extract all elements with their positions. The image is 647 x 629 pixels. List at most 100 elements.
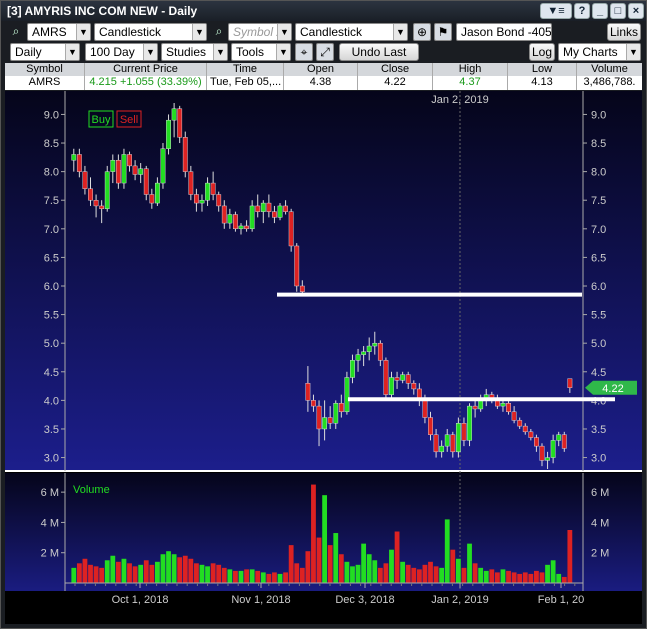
studies-select[interactable]: Studies ▼ (161, 43, 228, 61)
y-tick-label-right: 3.5 (591, 424, 606, 436)
y-tick-label-right: 5.0 (591, 338, 606, 350)
volume-bar (272, 572, 277, 583)
y-tick-label-right: 6.5 (591, 252, 606, 264)
menu-button[interactable]: ▼≡ (540, 3, 572, 19)
volume-bar (467, 543, 472, 583)
chevron-down-icon[interactable]: ▼ (393, 24, 407, 40)
y-tick-label-right: 4.5 (591, 367, 606, 379)
my-charts-select[interactable]: My Charts ▼ (558, 43, 641, 61)
candle-body (500, 403, 506, 407)
volume-bar (138, 564, 144, 583)
candle-body (545, 457, 550, 461)
volume-bar (244, 569, 249, 583)
chevron-down-icon[interactable]: ▼ (143, 44, 157, 60)
volume-bar (249, 569, 255, 583)
volume-bar (210, 563, 216, 583)
help-button[interactable]: ? (574, 3, 590, 19)
candle-body (400, 374, 406, 381)
candle-body (249, 205, 255, 230)
candle-body (528, 431, 534, 438)
volume-bar (88, 564, 93, 583)
volume-bar (110, 555, 116, 583)
chevron-down-icon[interactable]: ▼ (277, 24, 291, 40)
chevron-down-icon[interactable]: ▼ (76, 24, 90, 40)
y-tick-label-right: 8.0 (591, 167, 606, 179)
volume-bar (450, 549, 456, 583)
interval-select[interactable]: Daily ▼ (10, 43, 80, 61)
candle-body (266, 202, 272, 212)
chevron-down-icon[interactable]: ▼ (626, 44, 640, 60)
volume-bar (154, 561, 160, 583)
volume-bar (194, 563, 199, 583)
account-select[interactable]: Jason Bond -4059 (456, 23, 552, 41)
chart-type2-select[interactable]: Candlestick ▼ (295, 23, 408, 41)
chart-area[interactable]: 9.0 9.0 8.5 8.5 8.0 8.0 7.5 7.5 7.0 7.0 6.5 6.5 6.0 6… (5, 91, 642, 624)
volume-bar (478, 567, 484, 583)
candle-body (494, 400, 500, 407)
search-icon[interactable]: ⌕ (7, 23, 25, 41)
volume-bar (166, 551, 171, 583)
chart-window: [3] AMYRIS INC COM NEW - Daily ▼≡ ? _ □ … (0, 0, 647, 629)
crosshair-label: Jan 2, 2019 (431, 94, 489, 106)
volume-bar (400, 561, 406, 583)
price-chart[interactable]: 9.0 9.0 8.5 8.5 8.0 8.0 7.5 7.5 7.0 7.0 6.5 6.5 6.0 6… (5, 91, 642, 624)
volume-bar (121, 558, 127, 583)
volume-bar (483, 570, 489, 583)
draw-tool-icon[interactable]: ⤢ (316, 43, 334, 61)
volume-bar (500, 569, 506, 583)
candle-body (433, 434, 439, 453)
y-tick-label: 8.5 (44, 138, 59, 150)
candle-body (260, 202, 266, 212)
candle-body (316, 405, 322, 430)
candle-body (216, 194, 222, 207)
pin-icon[interactable]: ⚑ (434, 23, 452, 41)
volume-bar (127, 563, 132, 583)
volume-bar (260, 572, 266, 583)
candle-body (428, 417, 433, 435)
y-tick-label: 5.5 (44, 310, 59, 322)
undo-last-button[interactable]: Undo Last (339, 43, 419, 61)
toolbar-row-2: Daily ▼ 100 Day ▼ Studies ▼ Tools ▼ ⌖ ⤢ Undo… (1, 42, 646, 63)
candle-body (115, 159, 121, 184)
y-tick-label-right: 6.0 (591, 281, 606, 293)
zoom-icon[interactable]: ⊕ (413, 23, 431, 41)
window-title: [3] AMYRIS INC COM NEW - Daily (7, 4, 198, 18)
volume-bar (283, 572, 288, 583)
log-button[interactable]: Log (529, 43, 555, 61)
y-tick-label: 9.0 (44, 109, 59, 121)
volume-bar (104, 560, 110, 583)
close-button[interactable]: × (628, 3, 644, 19)
candle-body (299, 285, 305, 292)
tools-select[interactable]: Tools ▼ (231, 43, 291, 61)
candle-body (561, 434, 567, 449)
candle-body (478, 400, 484, 410)
price-panel-background (5, 91, 642, 471)
volume-bar (389, 549, 394, 583)
chevron-down-icon[interactable]: ▼ (192, 24, 206, 40)
candle-body (411, 383, 417, 390)
range-select[interactable]: 100 Day ▼ (85, 43, 158, 61)
volume-bar (305, 551, 311, 583)
volume-bar (160, 554, 166, 583)
chevron-down-icon[interactable]: ▼ (213, 44, 227, 60)
candle-body (188, 171, 194, 195)
volume-bar (333, 533, 339, 583)
volume-bar (433, 566, 439, 583)
volume-tick-label-right: 4 M (591, 517, 609, 529)
y-tick-label: 7.0 (44, 224, 59, 236)
search-icon[interactable]: ⌕ (210, 23, 228, 41)
minimize-button[interactable]: _ (592, 3, 608, 19)
volume-bar (455, 558, 461, 583)
symbol-input[interactable]: AMRS ▼ (27, 23, 91, 41)
crosshair-icon[interactable]: ⌖ (295, 43, 313, 61)
maximize-button[interactable]: □ (610, 3, 626, 19)
volume-bar (205, 566, 210, 583)
candle-body (210, 182, 216, 195)
symbol2-input[interactable]: Symbol 2 ▼ (228, 23, 292, 41)
chart-type-select[interactable]: Candlestick ▼ (94, 23, 207, 41)
chevron-down-icon[interactable]: ▼ (65, 44, 79, 60)
candle-body (511, 411, 517, 421)
links-button[interactable]: Links (607, 23, 641, 41)
candle-body (121, 154, 127, 184)
chevron-down-icon[interactable]: ▼ (276, 44, 290, 60)
